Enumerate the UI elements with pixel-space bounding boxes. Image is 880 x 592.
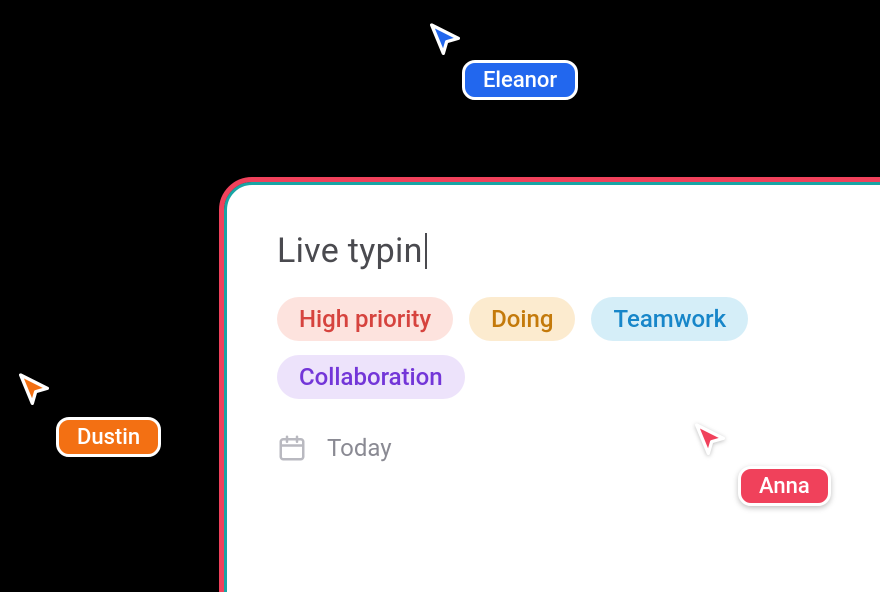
title-row: Live typin xyxy=(277,231,871,271)
cursor-icon xyxy=(425,20,465,60)
tag-collaboration[interactable]: Collaboration xyxy=(277,355,465,399)
date-row[interactable]: Today xyxy=(277,433,871,463)
presence-label-dustin: Dustin xyxy=(56,417,161,457)
presence-cursor-eleanor xyxy=(425,20,465,60)
tag-doing[interactable]: Doing xyxy=(469,297,575,341)
date-label: Today xyxy=(327,434,392,462)
tag-teamwork[interactable]: Teamwork xyxy=(591,297,748,341)
note-title[interactable]: Live typin xyxy=(277,231,423,271)
presence-label-eleanor: Eleanor xyxy=(462,60,578,100)
presence-label-anna: Anna xyxy=(738,466,831,506)
calendar-icon xyxy=(277,433,307,463)
tag-high-priority[interactable]: High priority xyxy=(277,297,453,341)
presence-cursor-dustin xyxy=(14,370,54,410)
tag-list: High priority Doing Teamwork Collaborati… xyxy=(277,297,871,399)
cursor-icon xyxy=(14,370,54,410)
note-card: Live typin High priority Doing Teamwork … xyxy=(224,182,880,592)
text-cursor-icon xyxy=(425,233,427,269)
